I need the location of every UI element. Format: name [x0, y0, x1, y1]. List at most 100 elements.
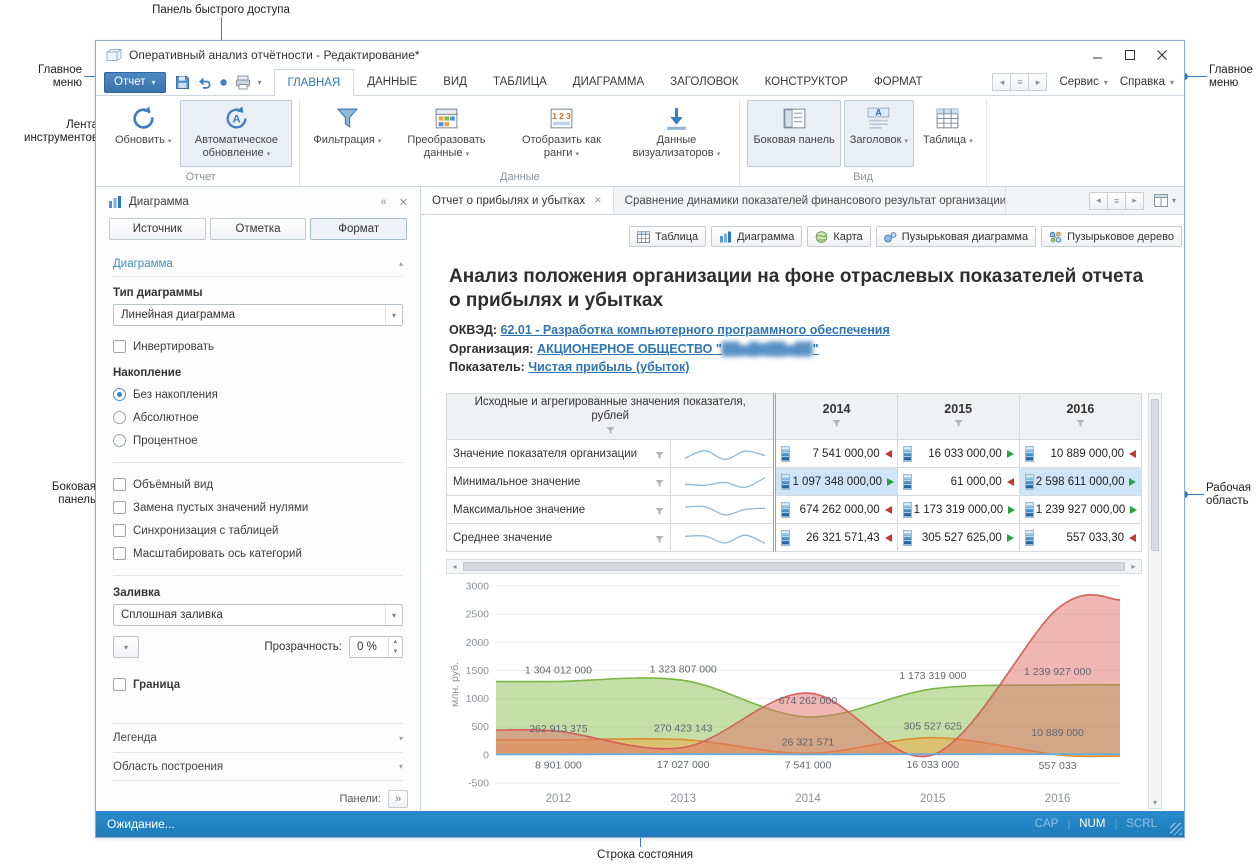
- organization-link[interactable]: АКЦИОНЕРНОЕ ОБЩЕСТВО "██▆█▇██▆██": [537, 342, 819, 356]
- filter-icon[interactable]: [1076, 419, 1085, 428]
- scroll-left-icon[interactable]: ◂: [447, 560, 462, 573]
- transparency-spinner[interactable]: 0 % ▲▼: [349, 636, 403, 658]
- ribbon-tab-5[interactable]: ЗАГОЛОВОК: [657, 69, 751, 96]
- value-cell[interactable]: 674 262 000,00: [775, 496, 897, 524]
- value-cell[interactable]: 557 033,30: [1019, 524, 1141, 552]
- visualizer-button-4[interactable]: Пузырьковое дерево: [1041, 226, 1182, 247]
- side-panel-tab-1[interactable]: Отметка: [210, 218, 307, 240]
- table-header-label[interactable]: Исходные и агрегированные значения показ…: [447, 394, 775, 440]
- maximize-button[interactable]: [1114, 44, 1146, 66]
- invert-checkbox[interactable]: Инвертировать: [113, 336, 403, 357]
- side-panel-tab-2[interactable]: Формат: [310, 218, 407, 240]
- ribbon-tab-2[interactable]: ВИД: [430, 69, 480, 96]
- view-checkbox-0[interactable]: Объёмный вид: [113, 474, 403, 495]
- ribbon-button-0-0[interactable]: Обновить ▾: [109, 100, 177, 167]
- document-tab-0[interactable]: Отчет о прибылях и убытках✕: [421, 187, 614, 214]
- value-cell[interactable]: 26 321 571,43: [775, 524, 897, 552]
- ribbon-button-1-3[interactable]: Данные визуализаторов ▾: [620, 100, 732, 167]
- fill-color-dropdown[interactable]: ▾: [113, 636, 139, 658]
- filter-icon[interactable]: [655, 479, 664, 488]
- close-button[interactable]: [1146, 44, 1178, 66]
- value-cell[interactable]: 16 033 000,00: [897, 440, 1019, 468]
- ribbon-tab-0[interactable]: ГЛАВНАЯ: [274, 69, 355, 97]
- nav-left-button[interactable]: ◂: [992, 73, 1011, 91]
- ribbon-tab-4[interactable]: ДИАГРАММА: [560, 69, 657, 96]
- indicator-link[interactable]: Чистая прибыль (убыток): [528, 360, 689, 374]
- minimize-button[interactable]: [1082, 44, 1114, 66]
- ribbon-button-2-1[interactable]: A Заголовок ▾: [844, 100, 914, 167]
- section-chart-header[interactable]: Диаграмма ▴: [113, 251, 403, 277]
- filter-icon[interactable]: [832, 419, 841, 428]
- column-header-year-2[interactable]: 2016: [1019, 394, 1141, 440]
- vscrollbar-thumb[interactable]: [1151, 399, 1159, 551]
- value-cell[interactable]: 305 527 625,00: [897, 524, 1019, 552]
- resize-grip-icon[interactable]: [1170, 823, 1182, 835]
- undo-icon[interactable]: [197, 75, 212, 90]
- visualizer-button-1[interactable]: Диаграмма: [711, 226, 802, 247]
- save-icon[interactable]: [175, 75, 190, 90]
- ribbon-button-1-1[interactable]: Преобразовать данные ▾: [390, 100, 502, 167]
- stacking-radio-0[interactable]: Без накопления: [113, 384, 403, 405]
- scroll-down-icon[interactable]: ▾: [1149, 798, 1161, 807]
- border-checkbox[interactable]: Граница: [113, 674, 403, 695]
- side-panel-tab-0[interactable]: Источник: [109, 218, 206, 240]
- nav-list-button[interactable]: ≡: [1010, 73, 1029, 91]
- view-checkbox-1[interactable]: Замена пустых значений нулями: [113, 497, 403, 518]
- ribbon-button-2-2[interactable]: Таблица ▾: [917, 100, 979, 167]
- layout-split-button[interactable]: ▾: [1154, 194, 1176, 207]
- help-menu[interactable]: Справка▾: [1120, 76, 1174, 88]
- filter-icon[interactable]: [655, 507, 664, 516]
- ribbon-button-0-1[interactable]: A Автоматическое обновление ▾: [180, 100, 292, 167]
- scroll-right-icon[interactable]: ▸: [1126, 560, 1141, 573]
- close-tab-icon[interactable]: ✕: [594, 195, 602, 206]
- doc-scroll-right-button[interactable]: ▸: [1125, 192, 1144, 210]
- print-icon[interactable]: [235, 75, 251, 90]
- value-cell[interactable]: 1 173 319 000,00: [897, 496, 1019, 524]
- panels-expand-button[interactable]: »: [388, 790, 408, 808]
- filter-icon[interactable]: [655, 535, 664, 544]
- nav-right-button[interactable]: ▸: [1028, 73, 1047, 91]
- okved-link[interactable]: 62.01 - Разработка компьютерного програм…: [501, 323, 890, 337]
- column-header-year-0[interactable]: 2014: [775, 394, 897, 440]
- fill-type-select[interactable]: Сплошная заливка ▾: [113, 604, 403, 626]
- visualizer-button-0[interactable]: Таблица: [629, 226, 706, 247]
- stacking-radio-2[interactable]: Процентное: [113, 430, 403, 451]
- doc-list-button[interactable]: ≡: [1107, 192, 1126, 210]
- collapsed-section-0[interactable]: Легенда▾: [113, 723, 403, 752]
- view-checkbox-2[interactable]: Синхронизация с таблицей: [113, 520, 403, 541]
- collapse-panel-icon[interactable]: «: [381, 196, 387, 209]
- horizontal-scrollbar[interactable]: ◂ ▸: [446, 559, 1142, 574]
- value-cell[interactable]: 61 000,00: [897, 468, 1019, 496]
- ribbon-button-2-0[interactable]: Боковая панель: [747, 100, 840, 167]
- filter-icon[interactable]: [954, 419, 963, 428]
- value-cell[interactable]: 2 598 611 000,00: [1019, 468, 1141, 496]
- visualizer-button-3[interactable]: Пузырьковая диаграмма: [876, 226, 1036, 247]
- column-header-year-1[interactable]: 2015: [897, 394, 1019, 440]
- stacking-radio-1[interactable]: Абсолютное: [113, 407, 403, 428]
- report-menu-button[interactable]: Отчет▾: [104, 72, 166, 93]
- document-tab-1[interactable]: Сравнение динамики показателей финансово…: [614, 187, 1006, 214]
- filter-icon[interactable]: [655, 451, 664, 460]
- hscrollbar-thumb[interactable]: [463, 562, 1125, 571]
- service-menu[interactable]: Сервис▾: [1059, 76, 1107, 88]
- ribbon-tab-6[interactable]: КОНСТРУКТОР: [752, 69, 861, 96]
- spin-up-icon[interactable]: ▲: [389, 637, 402, 647]
- doc-scroll-left-button[interactable]: ◂: [1089, 192, 1108, 210]
- visualizer-button-2[interactable]: Карта: [807, 226, 870, 247]
- close-panel-icon[interactable]: ✕: [399, 196, 408, 209]
- print-options-dropdown-icon[interactable]: ▾: [258, 78, 262, 87]
- spin-down-icon[interactable]: ▼: [389, 647, 402, 657]
- value-cell[interactable]: 10 889 000,00: [1019, 440, 1141, 468]
- filter-icon[interactable]: [606, 426, 615, 435]
- value-cell[interactable]: 1 239 927 000,00: [1019, 496, 1141, 524]
- chart-type-select[interactable]: Линейная диаграмма ▾: [113, 304, 403, 326]
- view-checkbox-3[interactable]: Масштабировать ось категорий: [113, 543, 403, 564]
- ribbon-tab-7[interactable]: ФОРМАТ: [861, 69, 936, 96]
- ribbon-tab-3[interactable]: ТАБЛИЦА: [480, 69, 560, 96]
- ribbon-button-1-0[interactable]: Фильтрация ▾: [307, 100, 387, 167]
- redo-dot-icon[interactable]: [219, 78, 228, 87]
- ribbon-tab-1[interactable]: ДАННЫЕ: [354, 69, 430, 96]
- ribbon-button-1-2[interactable]: 1 2 3 Отобразить как ранги ▾: [505, 100, 617, 167]
- value-cell[interactable]: 7 541 000,00: [775, 440, 897, 468]
- collapsed-section-1[interactable]: Область построения▾: [113, 752, 403, 781]
